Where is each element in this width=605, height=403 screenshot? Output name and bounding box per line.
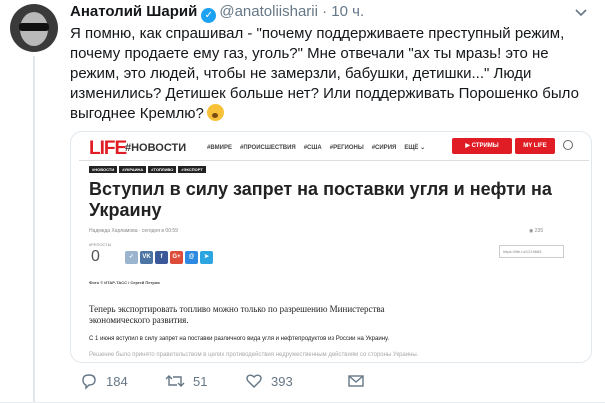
nav-item: #США — [303, 145, 322, 151]
google-plus-icon: G+ — [170, 251, 183, 264]
direct-message-button[interactable] — [347, 372, 373, 390]
header-divider — [79, 160, 589, 161]
share-buttons: ✓ VK f G+ @ ➤ — [125, 245, 215, 264]
article-tags: #НОВОСТИ #УКРАИНА #ТОПЛИВО #ЭКСПОРТ — [89, 166, 208, 173]
tweet-time[interactable]: 10 ч. — [331, 3, 364, 20]
like-button[interactable]: 393 — [245, 372, 293, 390]
tweet-text-content: Я помню, как спрашивал - "почему поддерж… — [70, 25, 579, 122]
article-headline: Вступил в силу запрет на поставки угля и… — [89, 179, 552, 220]
avatar-glasses — [19, 23, 49, 31]
site-nav: #ВМИРЕ #ПРОИСШЕСТВИЯ #США #РЕГИОНЫ #СИРИЯ ЕЩЁ… — [207, 144, 433, 151]
tag: #ЭКСПОРТ — [178, 166, 206, 173]
streams-button: ▶ СТРИМЫ — [452, 138, 512, 154]
chevron-down-icon[interactable] — [574, 5, 588, 19]
photo-credit: Фото © ИТАР-ТАСС / Сергей Петров — [89, 280, 160, 285]
article-screenshot: LIFE #НОВОСТИ #ВМИРЕ #ПРОИСШЕСТВИЯ #США #РЕ… — [79, 132, 589, 362]
reply-count: 184 — [106, 374, 128, 389]
envelope-icon — [348, 375, 364, 387]
reply-button[interactable]: 184 — [80, 372, 128, 390]
thread-line — [33, 56, 35, 403]
vk-icon: VK — [140, 251, 153, 264]
article-lead: Теперь экспортировать топливо можно толь… — [89, 304, 385, 325]
tag: #УКРАИНА — [119, 166, 147, 173]
tag: #ТОПЛИВО — [148, 166, 177, 173]
reposts-count: 0 — [91, 248, 100, 265]
author-handle[interactable]: @anatoliisharii — [219, 3, 318, 20]
share-check-icon: ✓ — [125, 251, 138, 264]
tweet-actions: 184 51 393 — [70, 372, 590, 390]
nav-item: ЕЩЁ ⌄ — [404, 145, 426, 151]
mail-icon: @ — [185, 251, 198, 264]
like-count: 393 — [271, 374, 293, 389]
reposts-label: #РЕПОСТЫ — [89, 242, 112, 247]
heart-icon — [246, 374, 262, 388]
search-icon — [563, 140, 573, 150]
hushed-face-emoji-icon — [206, 104, 224, 121]
article-paragraph-2: Решение было принято правительством в це… — [89, 352, 419, 358]
nav-item: #РЕГИОНЫ — [329, 145, 364, 151]
tweet-text: Я помню, как спрашивал - "почему поддерж… — [70, 24, 590, 124]
telegram-icon: ➤ — [200, 251, 213, 264]
mylife-button: MY LIFE — [515, 138, 555, 154]
retweet-icon — [165, 375, 185, 387]
verified-badge-icon: ✓ — [201, 8, 217, 23]
nav-item: #СИРИЯ — [371, 145, 397, 151]
author-name[interactable]: Анатолий Шарий — [70, 3, 197, 20]
section-label: #НОВОСТИ — [125, 142, 187, 154]
article-meta: Надежда Харламова · сегодня в 00:59 — [89, 228, 178, 234]
separator-dot: · — [322, 3, 328, 20]
reply-icon — [82, 374, 96, 390]
article-paragraph: С 1 июня вступил в силу запрет на постав… — [89, 336, 390, 342]
nav-item: #ВМИРЕ — [207, 145, 232, 151]
short-url: https://life.ru/1219685 — [499, 245, 564, 258]
facebook-icon: f — [155, 251, 168, 264]
retweet-count: 51 — [193, 374, 208, 389]
link-card[interactable]: LIFE #НОВОСТИ #ВМИРЕ #ПРОИСШЕСТВИЯ #США #РЕ… — [70, 131, 592, 363]
views-count: ◉ 235 — [529, 228, 544, 234]
life-logo: LIFE — [89, 138, 127, 159]
nav-item: #ПРОИСШЕСТВИЯ — [239, 145, 296, 151]
tag: #НОВОСТИ — [89, 166, 118, 173]
retweet-button[interactable]: 51 — [165, 372, 207, 390]
tweet-header: Анатолий Шарий ✓ @anatoliisharii · 10 ч. — [70, 2, 364, 23]
avatar[interactable] — [10, 4, 58, 52]
